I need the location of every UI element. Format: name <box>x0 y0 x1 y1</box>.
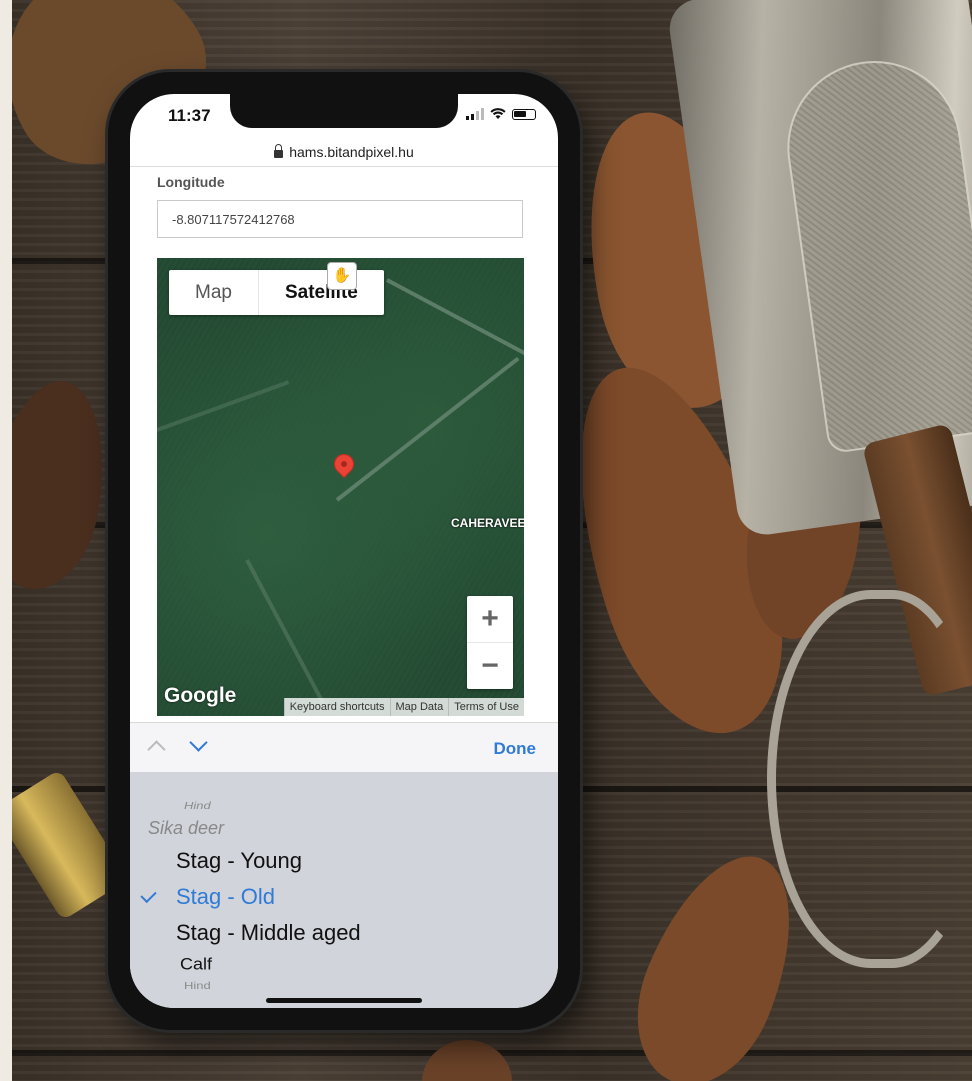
map-footer: Keyboard shortcuts Map Data Terms of Use <box>283 698 524 716</box>
phone-notch <box>230 94 458 128</box>
picker-option-selected[interactable]: Stag - Old <box>176 884 275 910</box>
place-label: CAHERAVEE <box>451 516 524 530</box>
picker-option[interactable]: Calf <box>180 955 212 974</box>
address-bar[interactable]: hams.bitandpixel.hu <box>130 138 558 166</box>
status-icons <box>466 108 536 120</box>
keyboard-shortcuts-link[interactable]: Keyboard shortcuts <box>283 698 390 716</box>
home-indicator[interactable] <box>266 998 422 1003</box>
trigger-guard <box>767 590 972 968</box>
picker-option[interactable]: Stag - Middle aged <box>176 920 361 946</box>
forest-track <box>245 559 329 712</box>
option-picker-wheel[interactable]: Hind Sika deer Stag - Young Stag - Old S… <box>130 772 558 1008</box>
location-pin-icon[interactable] <box>329 449 359 479</box>
picker-group-label: Sika deer <box>148 818 225 838</box>
battery-icon <box>512 108 536 120</box>
picker-option[interactable]: Stag - Young <box>176 848 302 874</box>
picker-option[interactable]: Hind <box>184 800 211 812</box>
keyboard-accessory-bar: Done <box>130 722 558 773</box>
satellite-view-button[interactable]: Satellite <box>259 270 384 315</box>
zoom-control: + − <box>467 596 513 689</box>
checkmark-icon <box>140 886 157 904</box>
status-time: 11:37 <box>168 106 211 125</box>
dry-leaf <box>12 372 120 598</box>
url-text: hams.bitandpixel.hu <box>289 144 414 160</box>
longitude-label: Longitude <box>157 174 225 190</box>
next-field-chevron-down-icon[interactable] <box>189 733 208 752</box>
longitude-input[interactable]: -8.807117572412768 <box>157 200 523 238</box>
dry-leaf <box>422 1040 512 1081</box>
previous-field-chevron-up-icon[interactable] <box>147 740 166 759</box>
satellite-map[interactable]: Map Satellite ✋ CAHERAVEE + − Google Key… <box>157 258 524 716</box>
drag-hand-icon: ✋ <box>327 262 357 290</box>
header-divider <box>130 166 558 167</box>
forest-track <box>157 380 290 432</box>
done-button[interactable]: Done <box>494 739 537 759</box>
forest-track <box>335 356 520 502</box>
zoom-in-button[interactable]: + <box>467 596 513 643</box>
lock-icon <box>274 143 284 158</box>
wifi-icon <box>490 108 506 119</box>
map-view-button[interactable]: Map <box>169 270 259 315</box>
zoom-out-button[interactable]: − <box>467 643 513 689</box>
phone-screen: 11:37 hams.bitandpixel.hu Longitude -8.8… <box>130 94 558 1008</box>
map-data-link[interactable]: Map Data <box>389 698 449 716</box>
smartphone: 11:37 hams.bitandpixel.hu Longitude -8.8… <box>108 72 580 1030</box>
signal-icon <box>466 108 484 120</box>
google-logo: Google <box>164 684 237 707</box>
picker-option[interactable]: Hind <box>184 980 211 991</box>
forest-track <box>386 278 524 357</box>
terms-of-use-link[interactable]: Terms of Use <box>448 698 524 716</box>
